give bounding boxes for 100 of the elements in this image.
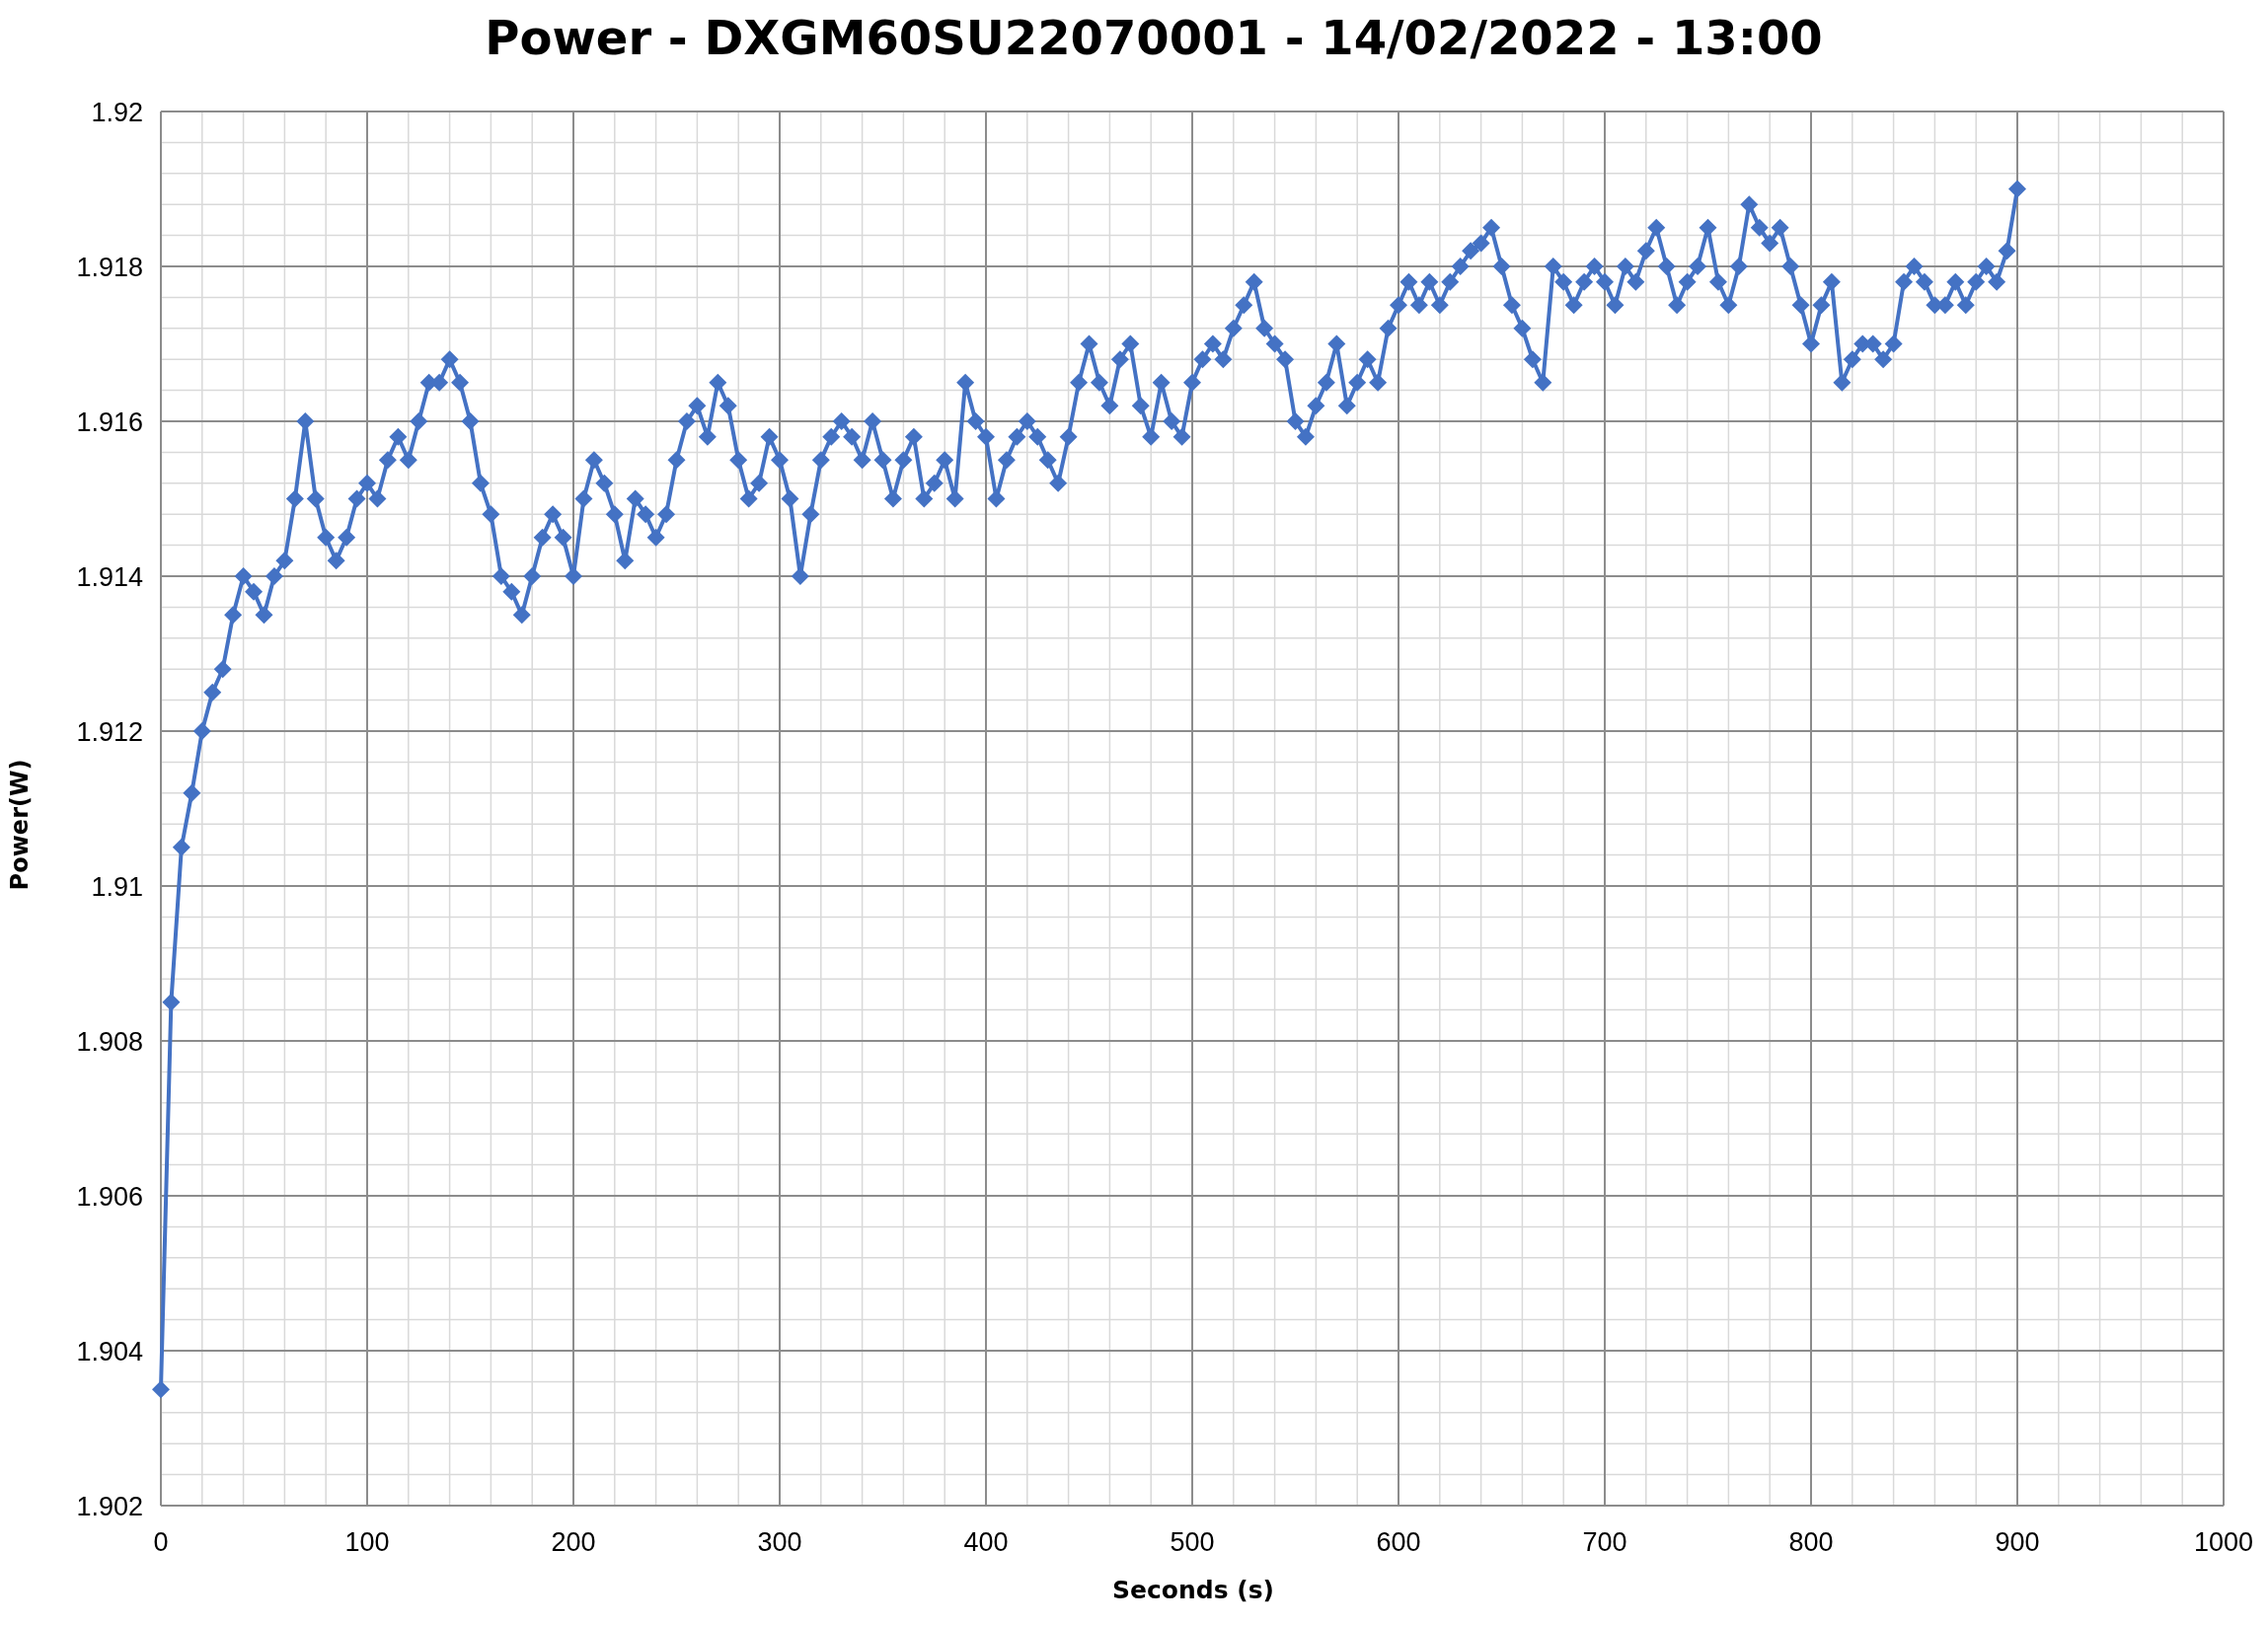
data-point (677, 412, 696, 430)
data-point (1193, 350, 1212, 369)
data-point (1998, 242, 2016, 260)
x-tick-label: 200 (551, 1527, 596, 1557)
data-point (956, 373, 975, 392)
data-point (1038, 451, 1057, 470)
data-point (1224, 319, 1243, 337)
data-point (739, 489, 758, 508)
data-point (1307, 397, 1325, 415)
data-point (1771, 218, 1789, 237)
data-point (1399, 272, 1418, 291)
data-point (1523, 350, 1542, 369)
data-point (368, 489, 387, 508)
data-point (1214, 350, 1233, 369)
data-point (1379, 319, 1398, 337)
data-point (1822, 272, 1841, 291)
data-point (1708, 272, 1727, 291)
data-point (1812, 296, 1831, 315)
data-point (771, 451, 789, 470)
data-point (1049, 474, 1068, 492)
data-point (1750, 218, 1769, 237)
x-axis-label: Seconds (s) (1112, 1576, 1274, 1604)
data-point (213, 660, 232, 679)
data-point (192, 722, 211, 740)
data-point (1544, 258, 1562, 275)
data-point (1245, 272, 1263, 291)
data-point (347, 489, 366, 508)
data-point (440, 350, 459, 369)
data-point (2008, 180, 2026, 198)
data-point (750, 474, 769, 492)
data-point (338, 528, 356, 547)
data-point (925, 474, 944, 492)
data-point (358, 474, 376, 492)
data-point (410, 412, 428, 430)
y-tick-label: 1.91 (91, 872, 143, 902)
data-point (1163, 412, 1181, 430)
y-tick-label: 1.906 (76, 1182, 143, 1212)
data-point (605, 505, 624, 524)
data-point (637, 505, 655, 524)
data-point (296, 412, 315, 430)
data-point (584, 451, 603, 470)
data-point (1956, 296, 1975, 315)
data-point (1121, 334, 1140, 353)
x-tick-label: 800 (1788, 1527, 1834, 1557)
data-point (1657, 258, 1676, 275)
data-point (172, 838, 190, 856)
data-point (1430, 296, 1449, 315)
data-point (162, 993, 181, 1011)
data-point (1884, 334, 1903, 353)
data-point (1008, 427, 1026, 446)
data-point (1719, 296, 1738, 315)
data-point (1348, 373, 1367, 392)
data-point (1390, 296, 1407, 315)
data-point (1564, 296, 1583, 315)
y-tick-label: 1.902 (76, 1492, 143, 1521)
data-point (183, 783, 201, 802)
y-tick-label: 1.904 (76, 1337, 143, 1366)
data-point (306, 489, 325, 508)
data-point (729, 451, 748, 470)
data-point (1647, 218, 1666, 237)
data-point (1575, 272, 1594, 291)
data-point (1183, 373, 1201, 392)
data-point (1296, 427, 1315, 446)
data-point (1276, 350, 1295, 369)
data-point (533, 528, 552, 547)
data-point (399, 451, 417, 470)
data-point (688, 397, 707, 415)
x-tick-label: 900 (1995, 1527, 2040, 1557)
data-point (626, 489, 644, 508)
data-point (1678, 272, 1697, 291)
data-point (718, 397, 737, 415)
data-point (1689, 258, 1707, 275)
data-point (791, 567, 809, 585)
data-point (1317, 373, 1335, 392)
data-point (1255, 319, 1274, 337)
data-point (966, 412, 985, 430)
data-point (801, 505, 820, 524)
data-point (646, 528, 665, 547)
data-point (1534, 373, 1552, 392)
data-point (1337, 397, 1356, 415)
data-point (389, 427, 408, 446)
data-point (832, 412, 851, 430)
x-tick-label: 0 (153, 1527, 169, 1557)
data-point (1327, 334, 1346, 353)
data-point (1420, 272, 1439, 291)
data-point (811, 451, 830, 470)
data-point (1740, 195, 1759, 214)
data-point (1409, 296, 1428, 315)
data-point (1802, 334, 1820, 353)
y-axis-label: Power(W) (6, 759, 34, 891)
data-point (1895, 272, 1914, 291)
y-tick-label: 1.914 (76, 562, 143, 592)
data-point (317, 528, 336, 547)
data-point (873, 451, 892, 470)
data-point (1059, 427, 1078, 446)
data-point (1596, 272, 1614, 291)
data-point (482, 505, 500, 524)
data-point (461, 412, 480, 430)
data-point (1070, 373, 1089, 392)
data-point (1699, 218, 1717, 237)
